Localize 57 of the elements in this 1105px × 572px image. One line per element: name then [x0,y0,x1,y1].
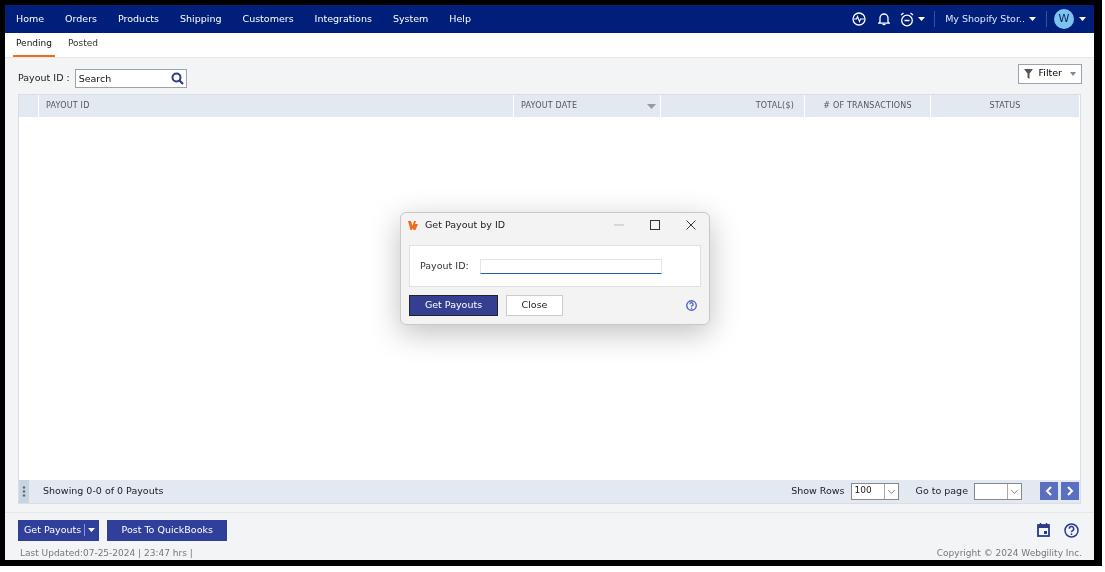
chevron-down-icon[interactable] [883,483,898,499]
get-payouts-button[interactable]: Get Payouts [409,295,498,316]
calendar-icon[interactable] [1037,523,1050,537]
go-to-page-label: Go to page [915,483,968,498]
chevron-down-icon[interactable] [1007,483,1021,499]
tab[interactable]: Pending [13,36,55,57]
close-button[interactable]: Close [506,295,563,316]
caret-icon[interactable] [1079,16,1086,22]
nav-link[interactable]: Shipping [180,11,222,27]
nav-link[interactable]: Help [449,11,471,27]
column-header[interactable]: PAYOUT ID [39,95,514,117]
logo-icon [408,220,419,230]
page-dropdown[interactable] [974,482,1022,500]
nav-link[interactable]: Orders [65,11,97,27]
caret-icon[interactable] [88,527,96,533]
help-icon[interactable] [686,300,697,311]
filter-icon [1024,68,1034,79]
column-header[interactable]: STATUS [931,95,1080,117]
previous-page-button[interactable] [1040,482,1058,500]
show-rows-label: Show Rows [791,483,845,498]
get-payouts-split-button[interactable]: Get Payouts [18,519,100,541]
maximize-icon[interactable] [650,220,660,230]
search-field[interactable]: Search [74,69,187,88]
bell-icon[interactable] [878,12,891,26]
nav-link[interactable]: Products [118,11,160,27]
last-updated-text: Last Updated:07-25-2024 | 23:47 hrs | [20,546,193,560]
avatar[interactable]: W [1054,9,1074,29]
chevron-left-icon [1045,486,1053,496]
row-count-text: Showing 0-0 of 0 Payouts [43,483,164,498]
column-header[interactable]: TOTAL($) [661,95,805,117]
payout-id-field[interactable] [479,258,662,274]
nav-link[interactable]: Home [16,11,45,27]
rows-dropdown[interactable]: 100 [850,482,899,500]
caret-icon[interactable] [918,16,926,22]
next-page-button[interactable] [1061,482,1079,500]
close-icon[interactable] [686,220,696,230]
drag-handle-icon[interactable] [19,479,29,503]
search-label: Payout ID : [18,71,70,86]
caret-icon[interactable] [1029,16,1036,22]
store-selector[interactable]: My Shopify Stor.. [945,11,1036,27]
payout-id-label: Payout ID: [420,258,469,273]
chevron-right-icon [1066,486,1074,496]
post-to-quickbooks-button[interactable]: Post To QuickBooks [107,519,228,541]
column-header[interactable]: # OF TRANSACTIONS [805,95,931,117]
copyright-text: Copyright © 2024 Webgility Inc. [936,546,1082,560]
caret-icon [1070,71,1076,76]
filter-button[interactable]: Filter [1018,63,1082,84]
tab[interactable]: Posted [65,36,102,57]
alarm-clock-icon[interactable] [900,11,915,27]
help-icon[interactable] [1064,522,1079,538]
activity-icon[interactable] [852,12,867,26]
column-header[interactable]: PAYOUT DATE [514,95,661,117]
search-icon[interactable] [170,72,184,85]
nav-link[interactable]: System [392,11,429,27]
nav-link[interactable]: Integrations [314,11,372,27]
nav-link[interactable]: Customers [242,11,294,27]
dialog-title: Get Payout by ID [425,217,506,232]
